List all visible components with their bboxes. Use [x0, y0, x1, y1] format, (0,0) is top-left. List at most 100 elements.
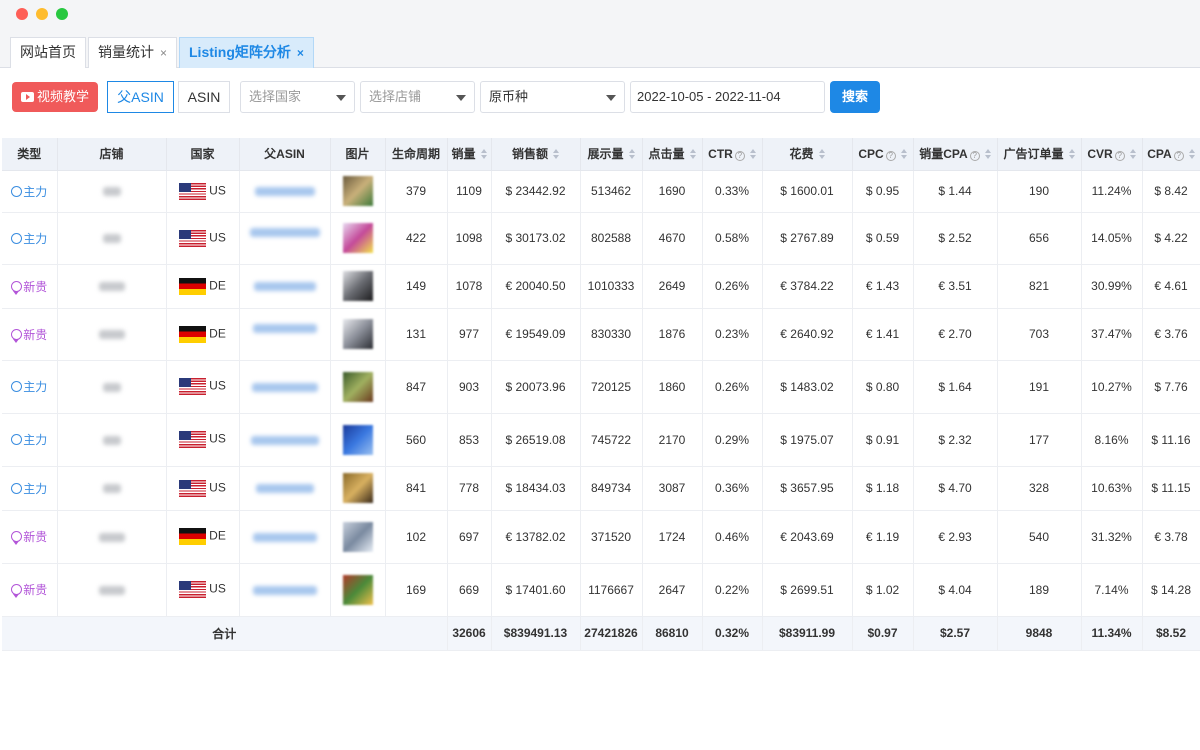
header-sales[interactable]: 销售额: [491, 138, 581, 171]
type-badge: 主力: [11, 433, 47, 447]
country-code: US: [209, 431, 226, 446]
header-cpc[interactable]: CPC?: [852, 138, 914, 171]
sort-caret-icon[interactable]: [553, 149, 559, 160]
cell-cpa: € 4.61: [1142, 264, 1200, 309]
header-label: 图片: [345, 147, 370, 162]
header-impressions[interactable]: 展示量: [580, 138, 643, 171]
search-button[interactable]: 搜索: [830, 81, 880, 113]
cell-type: 主力: [2, 466, 58, 511]
cell-parent-asin[interactable]: [239, 264, 331, 309]
total-row: 合计 32606 $839491.13 27421826 86810 0.32%…: [2, 616, 1200, 651]
type-label: 新贵: [23, 530, 48, 544]
parent-asin-link-redacted[interactable]: [252, 532, 317, 542]
parent-asin-link-redacted[interactable]: [251, 382, 318, 392]
cell-parent-asin[interactable]: [239, 170, 331, 213]
sort-caret-icon[interactable]: [900, 148, 907, 159]
header-cpa[interactable]: CPA?: [1142, 138, 1200, 171]
asin-toggle[interactable]: ASIN: [178, 81, 230, 113]
parent-asin-link-redacted[interactable]: [253, 282, 316, 292]
parent-asin-toggle[interactable]: 父ASIN: [107, 81, 174, 113]
sort-caret-icon[interactable]: [818, 149, 825, 160]
cell-cpa: € 3.78: [1142, 510, 1200, 564]
sort-caret-icon[interactable]: [480, 149, 487, 160]
question-circle-icon[interactable]: ?: [734, 150, 745, 161]
cell-units: 1098: [447, 212, 492, 265]
table-row: 主力 US 422 1098 $ 30173.02 802588 4670 0.58% $ 27…: [2, 212, 1200, 265]
question-circle-icon[interactable]: ?: [1114, 150, 1125, 161]
sort-caret-icon[interactable]: [1068, 149, 1075, 160]
cell-parent-asin[interactable]: [239, 466, 331, 511]
cell-parent-asin[interactable]: [239, 413, 331, 467]
close-window-icon[interactable]: [16, 8, 28, 20]
store-select[interactable]: 选择店铺: [360, 81, 475, 113]
header-lifecycle: 生命周期: [385, 138, 448, 171]
cell-ctr: 0.23%: [702, 308, 763, 361]
header-label: 父ASIN: [264, 147, 305, 162]
cell-spend: $ 3657.95: [762, 466, 853, 511]
parent-asin-link-redacted[interactable]: [255, 484, 314, 494]
maximize-window-icon[interactable]: [56, 8, 68, 20]
minimize-window-icon[interactable]: [36, 8, 48, 20]
parent-asin-link-redacted[interactable]: [254, 187, 315, 197]
cell-ctr: 0.22%: [702, 563, 763, 617]
us-flag-icon: [179, 229, 207, 247]
header-sales-cpa[interactable]: 销量CPA?: [913, 138, 998, 171]
parent-asin-link-redacted[interactable]: [249, 227, 320, 237]
type-label: 主力: [23, 184, 48, 199]
header-units[interactable]: 销量: [447, 138, 492, 171]
question-circle-icon[interactable]: ?: [885, 150, 896, 161]
currency-value: 原币种: [489, 89, 529, 104]
video-tutorial-button[interactable]: 视频教学: [12, 82, 98, 112]
question-circle-icon[interactable]: ?: [969, 151, 980, 162]
sort-caret-icon[interactable]: [749, 148, 756, 159]
cell-sales-cpa: $ 1.44: [913, 170, 998, 213]
parent-asin-link-redacted[interactable]: [250, 435, 319, 445]
header-ad-orders[interactable]: 广告订单量: [997, 138, 1082, 171]
country-select[interactable]: 选择国家: [240, 81, 355, 113]
sort-caret-icon[interactable]: [984, 149, 991, 160]
date-range-picker[interactable]: 2022-10-05 - 2022-11-04: [630, 81, 825, 113]
tab-bar: 网站首页 销量统计 × Listing矩阵分析 ×: [0, 30, 1200, 68]
cell-units: 778: [447, 466, 492, 511]
header-clicks[interactable]: 点击量: [642, 138, 703, 171]
sort-caret-icon[interactable]: [689, 149, 696, 160]
close-icon[interactable]: ×: [160, 46, 167, 60]
cell-lifecycle: 841: [385, 466, 448, 511]
cell-image: [330, 413, 386, 467]
sort-caret-icon[interactable]: [628, 149, 635, 160]
cell-clicks: 2170: [642, 413, 703, 467]
type-badge: 主力: [11, 232, 47, 246]
cell-sales: $ 17401.60: [491, 563, 581, 617]
award-badge-icon: [11, 531, 23, 545]
cell-parent-asin[interactable]: [239, 510, 331, 564]
store-name-redacted: [98, 585, 125, 595]
tab-home[interactable]: 网站首页: [10, 37, 86, 68]
cell-cpc: € 1.43: [852, 264, 914, 309]
header-ctr[interactable]: CTR?: [702, 138, 763, 171]
target-circle-icon: [11, 434, 23, 445]
cell-sales-cpa: $ 2.32: [913, 413, 998, 467]
cell-impressions: 371520: [580, 510, 643, 564]
cell-cpa: $ 4.22: [1142, 212, 1200, 265]
filter-toolbar: 视频教学 父ASIN ASIN 选择国家 选择店铺 原币种 2022-10-05…: [0, 68, 1200, 126]
type-label: 主力: [23, 380, 48, 394]
header-cvr[interactable]: CVR?: [1081, 138, 1143, 171]
sort-caret-icon[interactable]: [1129, 148, 1136, 159]
currency-select[interactable]: 原币种: [480, 81, 625, 113]
target-circle-icon: [11, 232, 23, 244]
tab-listing-matrix[interactable]: Listing矩阵分析 ×: [179, 37, 314, 68]
question-circle-icon[interactable]: ?: [1173, 150, 1184, 161]
close-icon[interactable]: ×: [297, 46, 304, 60]
sort-caret-icon[interactable]: [1188, 148, 1195, 159]
type-badge: 新贵: [11, 583, 47, 598]
cell-ad-orders: 703: [997, 308, 1082, 361]
tab-sales-stats[interactable]: 销量统计 ×: [88, 37, 178, 68]
parent-asin-link-redacted[interactable]: [252, 585, 317, 595]
cell-parent-asin[interactable]: [239, 308, 331, 361]
cell-parent-asin[interactable]: [239, 563, 331, 617]
cell-parent-asin[interactable]: [239, 360, 331, 414]
header-spend[interactable]: 花费: [762, 138, 853, 171]
total-ctr: 0.32%: [702, 616, 763, 651]
parent-asin-link-redacted[interactable]: [252, 323, 317, 333]
cell-parent-asin[interactable]: [239, 212, 331, 265]
